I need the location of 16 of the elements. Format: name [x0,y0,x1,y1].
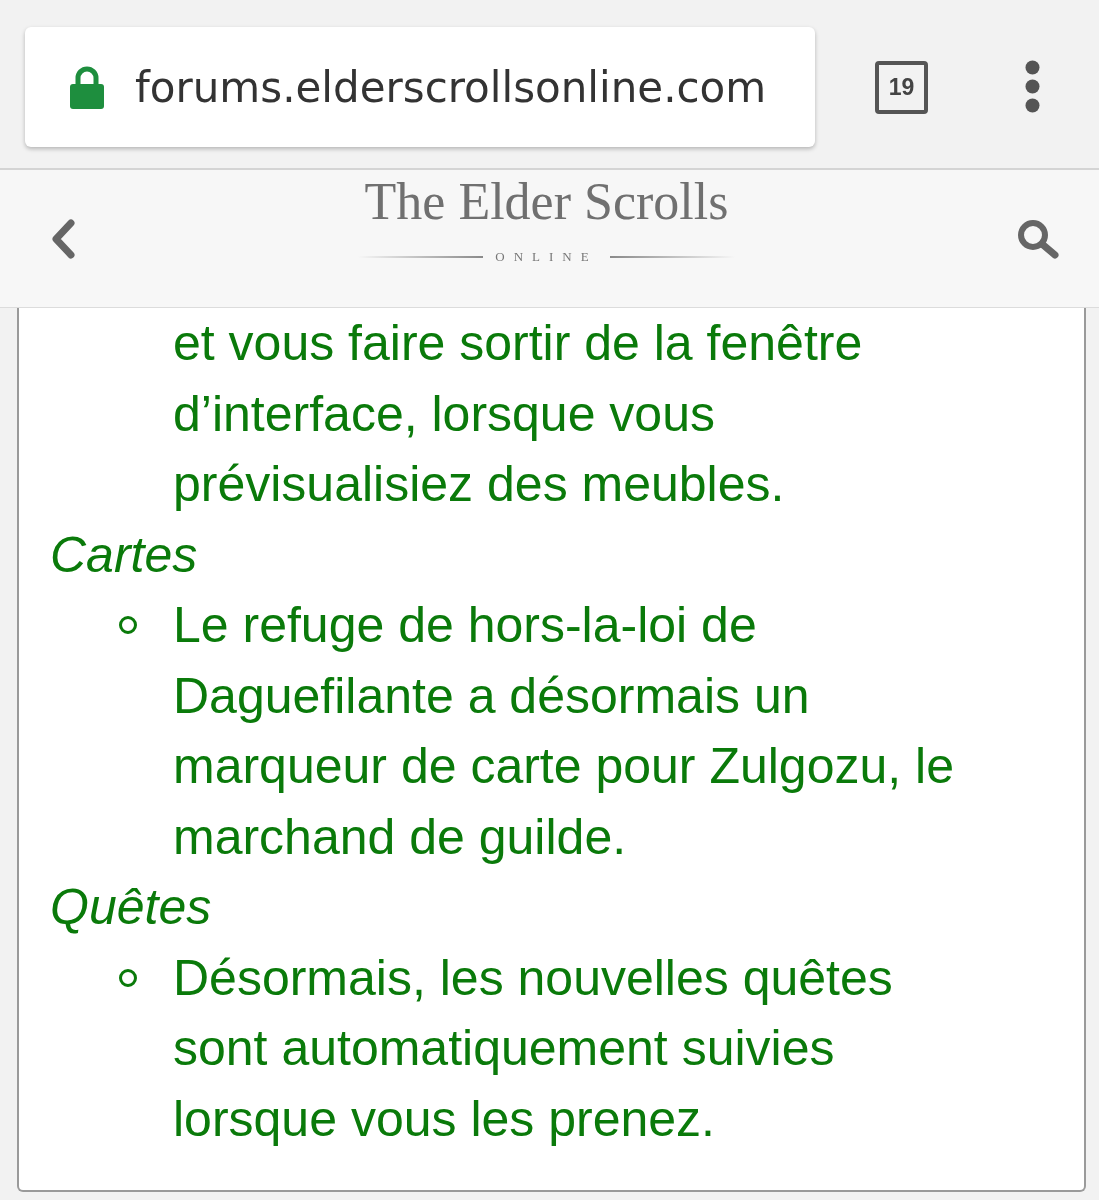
lock-icon [70,65,104,109]
list-item-text: et vous faire sortir de la fenêtre d’interface, lorsque vous prévisualisiez des meubles. [173,314,864,514]
url-text: forums.elderscrollsonline.com [135,61,767,114]
list-item-text: Le refuge de hors-la-loi de Daguefilante a désormais un marqueur de carte pour Zulgozu, le marchand de guilde. [173,596,955,867]
logo-tagline: ONLINE [495,250,598,263]
section-heading: Cartes [50,526,198,583]
list-item-text: Désormais, les nouvelles quêtes sont automatiquement suivies lorsque vous les prenez. [173,948,894,1149]
tab-switcher-button[interactable]: 19 [875,61,928,114]
menu-icon[interactable] [1025,60,1040,113]
address-bar[interactable]: forums.elderscrollsonline.com [25,27,815,147]
section-heading: Quêtes [50,879,212,935]
search-icon[interactable] [1017,218,1061,259]
logo-wordmark: The Elder Scrolls [364,176,729,228]
bullet-icon [119,968,137,987]
back-icon[interactable] [50,218,76,259]
bullet-icon [119,616,137,635]
